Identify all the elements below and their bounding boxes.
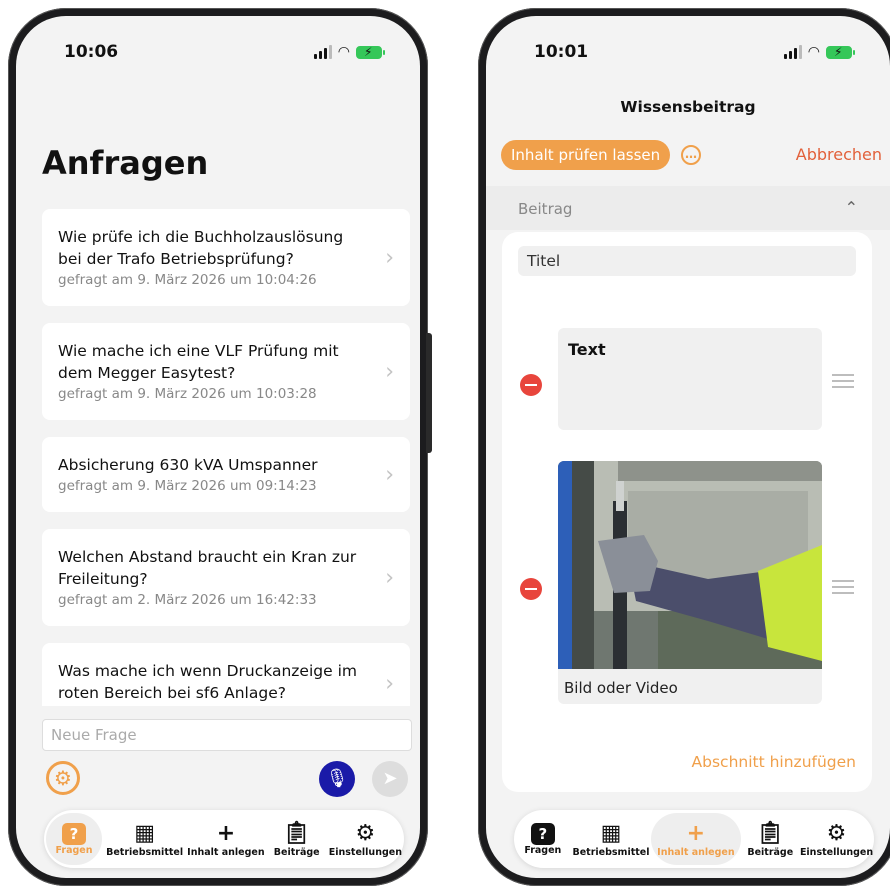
settings-gear-button[interactable]: ⚙ (46, 761, 80, 795)
tab-beitraege[interactable]: 📋︎ Beiträge (269, 813, 325, 865)
building-icon: ▦ (600, 820, 622, 846)
add-section-button[interactable]: Abschnitt hinzufügen (692, 753, 856, 771)
nav-title: Wissensbeitrag (620, 98, 756, 116)
question-text: Welchen Abstand braucht ein Kran zur Fre… (58, 548, 357, 588)
title-input[interactable]: Titel (518, 246, 856, 276)
tab-label: Einstellungen (799, 846, 874, 858)
tab-label: Beiträge (273, 846, 320, 858)
tab-label: Inhalt anlegen (187, 846, 265, 858)
microphone-icon: 🎙︎ (325, 768, 349, 789)
building-icon: ▦ (134, 820, 155, 846)
list-item[interactable]: Wie mache ich eine VLF Prüfung mit dem M… (42, 323, 410, 420)
gear-icon: ⚙ (54, 766, 72, 790)
drag-handle-icon[interactable] (832, 580, 854, 598)
cancel-button[interactable]: Abbrechen (796, 145, 882, 164)
chevron-right-icon: › (385, 359, 394, 384)
question-date: gefragt am 9. März 2026 um 10:03:28 (58, 386, 317, 402)
chevron-right-icon: › (385, 565, 394, 590)
plus-icon: + (686, 820, 706, 846)
clipboard-icon: 📋︎ (756, 820, 785, 846)
send-icon: ➤ (382, 768, 398, 789)
signal-icon (313, 45, 332, 59)
chevron-right-icon: › (385, 245, 394, 270)
review-content-button[interactable]: Inhalt prüfen lassen (501, 140, 671, 170)
tab-label: Betriebsmittel (106, 846, 184, 858)
chevron-right-icon: › (385, 671, 394, 696)
phone-side-button (426, 333, 432, 453)
status-time: 10:01 (534, 42, 589, 62)
wifi-icon: ◠ (337, 44, 350, 60)
tab-einstellungen[interactable]: ⚙ Einstellungen (800, 813, 873, 865)
list-item[interactable]: Welchen Abstand braucht ein Kran zur Fre… (42, 529, 410, 626)
question-icon: ? (530, 822, 555, 845)
gear-icon: ⚙ (355, 820, 376, 846)
tab-inhalt-anlegen[interactable]: + Inhalt anlegen (187, 813, 264, 865)
question-text: Was mache ich wenn Druckanzeige im roten… (58, 662, 357, 702)
chevron-up-icon: ⌃ (844, 198, 858, 217)
knowledge-article-screen: 10:01 ◠ ⚡ Wissensbeitrag Inhalt prüfen l… (486, 16, 890, 878)
question-list: Wie prüfe ich die Buchholzauslösung bei … (42, 209, 410, 741)
section-header[interactable]: Beitrag ⌃ (486, 186, 890, 230)
tab-label: Fragen (55, 844, 93, 856)
right-phone: 10:01 ◠ ⚡ Wissensbeitrag Inhalt prüfen l… (478, 8, 890, 886)
question-text: Wie mache ich eine VLF Prüfung mit dem M… (58, 342, 339, 382)
remove-image-block-button[interactable] (520, 578, 542, 600)
signal-icon (783, 45, 802, 59)
question-date: gefragt am 9. März 2026 um 09:14:23 (58, 478, 317, 494)
clipboard-icon: 📋︎ (282, 820, 311, 846)
question-date: gefragt am 2. März 2026 um 16:42:33 (58, 592, 317, 608)
plus-icon: + (216, 820, 236, 846)
media-photo (558, 461, 822, 669)
question-text: Wie prüfe ich die Buchholzauslösung bei … (58, 228, 344, 268)
article-card: Titel Text Bild oder Video Abschnitt hin… (502, 232, 872, 792)
gear-icon: ⚙ (826, 820, 847, 846)
question-text: Absicherung 630 kVA Umspanner (58, 456, 318, 474)
status-time: 10:06 (64, 42, 119, 62)
tab-label: Beiträge (747, 846, 794, 858)
tab-label: Einstellungen (328, 846, 402, 858)
tab-bar: ? Fragen ▦ Betriebsmittel + Inhalt anleg… (44, 810, 404, 868)
tab-fragen[interactable]: ? Fragen (46, 813, 103, 865)
status-icons: ◠ ⚡ (783, 44, 855, 60)
tab-betriebsmittel[interactable]: ▦ Betriebsmittel (106, 813, 183, 865)
tab-einstellungen[interactable]: ⚙ Einstellungen (329, 813, 402, 865)
microphone-button[interactable]: 🎙︎ (319, 761, 355, 797)
remove-text-block-button[interactable] (520, 374, 542, 396)
image-block[interactable]: Bild oder Video (558, 461, 822, 704)
status-icons: ◠ ⚡ (313, 44, 385, 60)
tab-bar: ? Fragen ▦ Betriebsmittel + Inhalt anleg… (514, 810, 874, 868)
text-block-input[interactable]: Text (558, 328, 822, 430)
status-bar: 10:01 ◠ ⚡ (486, 42, 890, 66)
tab-label: Inhalt anlegen (657, 846, 735, 858)
list-item[interactable]: Absicherung 630 kVA Umspanner gefragt am… (42, 437, 410, 512)
send-button[interactable]: ➤ (372, 761, 408, 797)
question-icon: ? (62, 822, 87, 845)
question-date: gefragt am 9. März 2026 um 10:04:26 (58, 272, 317, 288)
tab-fragen[interactable]: ? Fragen (515, 813, 571, 865)
section-label: Beitrag (518, 200, 573, 218)
chevron-right-icon: › (385, 462, 394, 487)
left-phone: 10:06 ◠ ⚡ Anfragen Wie prüfe ich die Buc… (8, 8, 432, 886)
drag-handle-icon[interactable] (832, 374, 854, 392)
new-question-input[interactable]: Neue Frage (42, 719, 412, 751)
battery-icon: ⚡ (826, 45, 855, 59)
tab-betriebsmittel[interactable]: ▦ Betriebsmittel (572, 813, 649, 865)
questions-screen: 10:06 ◠ ⚡ Anfragen Wie prüfe ich die Buc… (16, 16, 420, 878)
tab-inhalt-anlegen[interactable]: + Inhalt anlegen (651, 813, 741, 865)
list-item[interactable]: Wie prüfe ich die Buchholzauslösung bei … (42, 209, 410, 306)
tab-label: Betriebsmittel (572, 846, 650, 858)
wifi-icon: ◠ (807, 44, 820, 60)
image-caption: Bild oder Video (564, 679, 678, 697)
battery-icon: ⚡ (356, 45, 385, 59)
tab-label: Fragen (524, 844, 562, 856)
more-options-icon[interactable]: … (681, 145, 701, 165)
status-bar: 10:06 ◠ ⚡ (16, 42, 420, 66)
tab-beitraege[interactable]: 📋︎ Beiträge (742, 813, 798, 865)
page-title: Anfragen (42, 144, 209, 182)
